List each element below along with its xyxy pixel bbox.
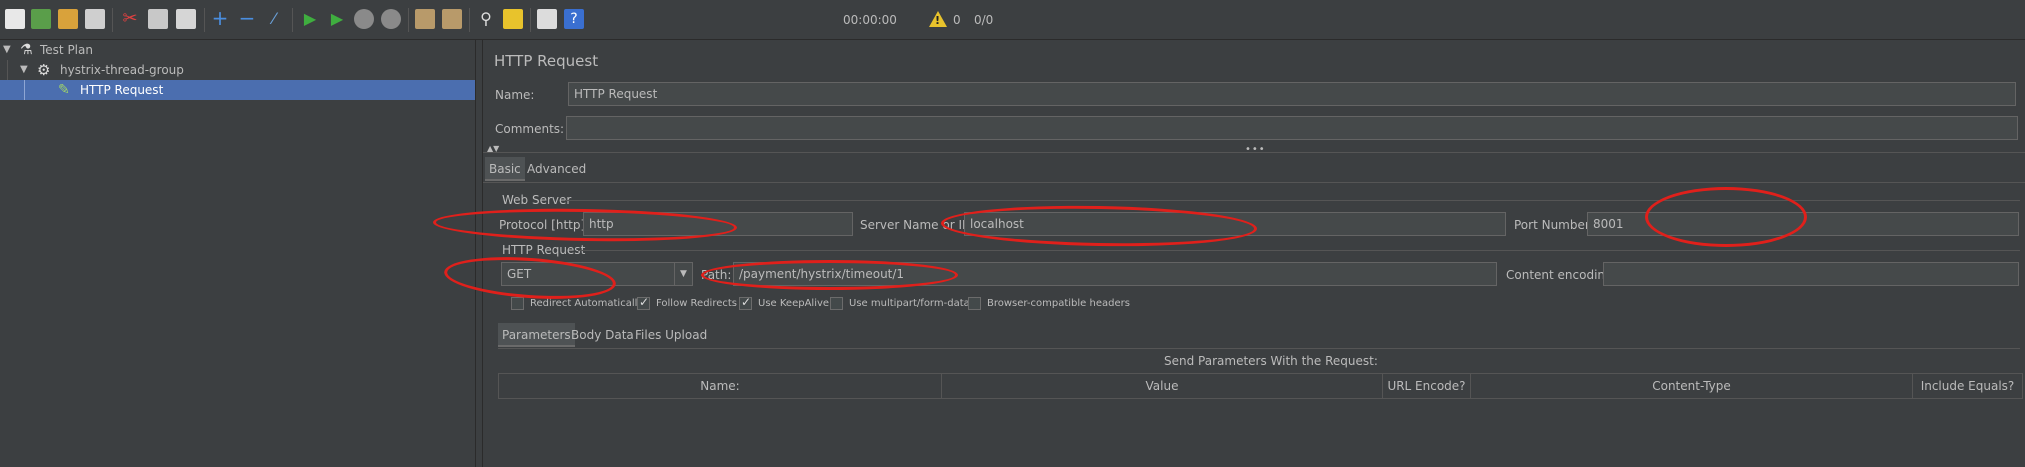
browser-compatible-headers-checkbox[interactable]: Browser-compatible headers [968,297,1130,310]
expand-icon[interactable]: + [210,8,230,29]
templates-icon[interactable] [31,9,51,29]
gear-icon: ⚙ [37,61,51,79]
pipette-icon: ✎ [58,82,70,98]
parameters-table-header: Name: Value URL Encode? Content-Type Inc… [498,373,2023,399]
new-icon[interactable] [5,9,25,29]
chevron-down-icon[interactable]: ▼ [20,64,28,75]
comments-field[interactable] [566,116,2018,140]
toggle-icon[interactable]: ⁄ [264,9,284,29]
use-multipart-checkbox[interactable]: Use multipart/form-data [830,297,970,310]
shutdown-icon[interactable] [381,9,401,29]
drag-handle[interactable]: ••• [1245,144,1266,155]
column-header-name[interactable]: Name: [499,374,942,398]
name-label: Name: [495,88,535,102]
comments-label: Comments: [495,122,565,136]
column-header-content-type[interactable]: Content-Type [1471,374,1913,398]
content-encoding-field[interactable] [1603,262,2019,286]
checkbox-box[interactable] [511,297,524,310]
reset-search-icon[interactable] [503,9,523,29]
checkbox-box[interactable] [830,297,843,310]
search-icon[interactable]: ⚲ [476,9,496,29]
paste-icon[interactable] [176,9,196,29]
copy-icon[interactable] [148,9,168,29]
collapse-icon[interactable]: − [237,8,257,29]
use-keepalive-checkbox[interactable]: Use KeepAlive [739,295,830,310]
web-server-section-title: Web Server [502,193,572,207]
thread-count: 0/0 [974,13,994,27]
start-icon[interactable]: ▶ [300,9,320,29]
checkbox-box[interactable] [739,295,752,310]
parameters-table-body[interactable] [498,399,2023,467]
checkbox-label: Browser-compatible headers [987,298,1130,309]
tree-item-label: HTTP Request [80,83,164,97]
clear-all-icon[interactable] [442,9,462,29]
checkbox-label: Use KeepAlive [758,298,830,309]
port-number-label: Port Number: [1514,218,1594,232]
tab-body-data[interactable]: Body Data [567,323,638,347]
annotation-ellipse-path [701,260,958,290]
test-plan-tree: ▼ ⚗ Test Plan ▼ ⚙ hystrix-thread-group ✎… [0,40,475,467]
name-field[interactable]: HTTP Request [568,82,2016,106]
tab-files-upload[interactable]: Files Upload [631,323,711,347]
tab-advanced[interactable]: Advanced [523,157,590,181]
parameters-caption: Send Parameters With the Request: [1164,354,1378,368]
http-request-panel: HTTP Request Name: HTTP Request Comments… [483,40,2025,467]
chevron-down-icon[interactable]: ▼ [3,44,11,55]
function-helper-icon[interactable] [537,9,557,29]
start-no-pause-icon[interactable]: ▶ [327,9,347,29]
redirect-automatically-checkbox[interactable]: Redirect Automatically [511,297,643,310]
chevron-down-icon[interactable]: ▼ [674,263,692,285]
stop-icon[interactable] [354,9,374,29]
tree-item-test-plan[interactable]: ▼ ⚗ Test Plan [0,40,475,60]
toolbar: ✂ + − ⁄ ▶ ▶ ⚲ ? 00:00:00 0 0/0 [0,0,2025,40]
panel-title: HTTP Request [494,52,599,70]
open-icon[interactable] [58,9,78,29]
elapsed-time: 00:00:00 [843,13,897,27]
checkbox-box[interactable] [637,295,650,310]
tab-basic[interactable]: Basic [485,157,525,181]
follow-redirects-checkbox[interactable]: Follow Redirects [637,295,737,310]
tree-item-label: hystrix-thread-group [60,63,184,77]
content-encoding-label: Content encoding: [1506,268,1617,282]
help-icon[interactable]: ? [564,9,584,29]
cut-icon[interactable]: ✂ [120,9,140,29]
split-pane-divider[interactable] [475,40,483,467]
checkbox-label: Redirect Automatically [530,298,644,309]
annotation-ellipse-port [1645,187,1807,247]
save-icon[interactable] [85,9,105,29]
warning-count: 0 [953,13,961,27]
column-header-url-encode[interactable]: URL Encode? [1383,374,1471,398]
warning-icon[interactable] [929,11,947,27]
http-request-section-title: HTTP Request [502,243,586,257]
tree-item-http-request[interactable]: ✎ HTTP Request [0,80,475,100]
column-header-include-equals[interactable]: Include Equals? [1913,374,2022,398]
column-header-value[interactable]: Value [942,374,1383,398]
flask-icon: ⚗ [20,42,33,58]
tree-item-label: Test Plan [40,43,93,57]
clear-icon[interactable] [415,9,435,29]
tree-item-thread-group[interactable]: ▼ ⚙ hystrix-thread-group [0,60,475,80]
tab-parameters[interactable]: Parameters [498,323,575,347]
checkbox-box[interactable] [968,297,981,310]
checkbox-label: Use multipart/form-data [849,298,970,309]
checkbox-label: Follow Redirects [656,298,737,309]
